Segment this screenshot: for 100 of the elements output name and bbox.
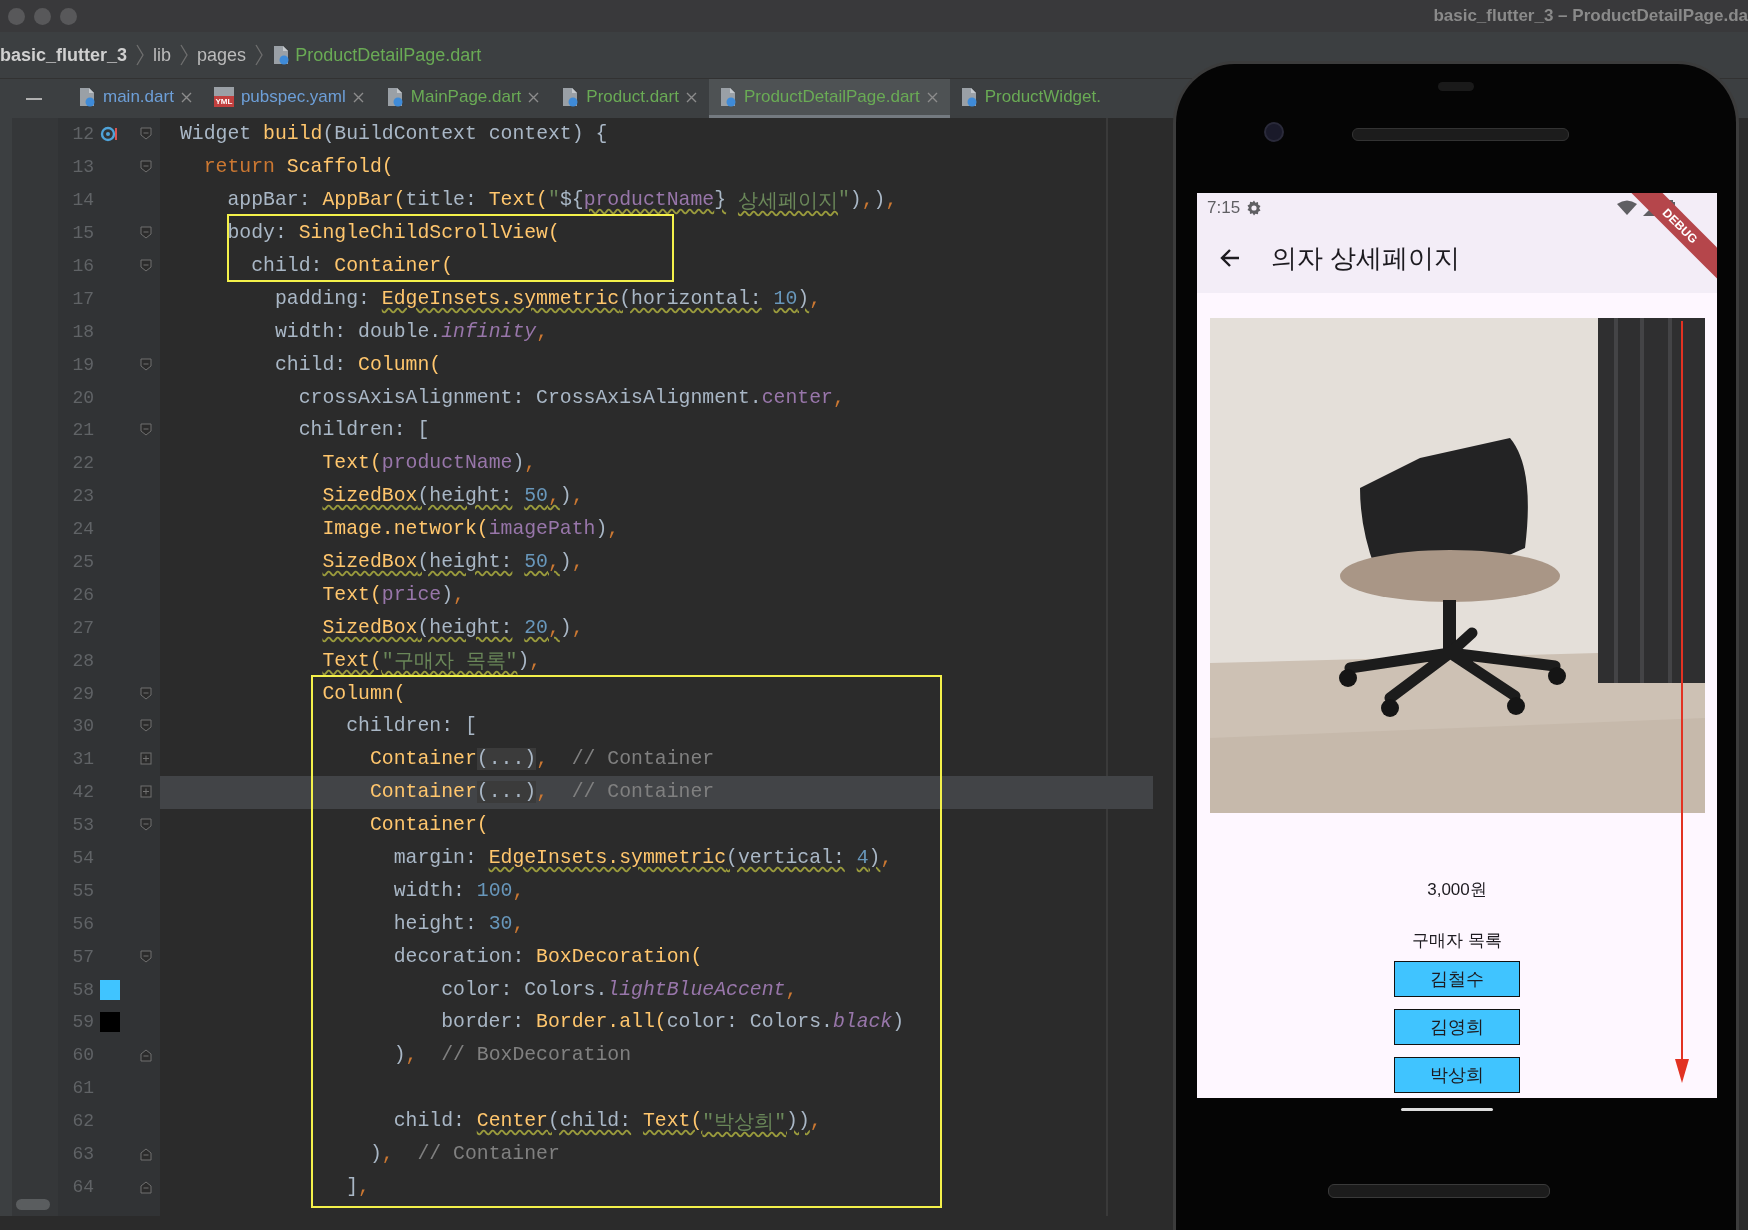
code-token: (...) [476, 748, 537, 771]
code-token: , [861, 189, 874, 212]
breadcrumb-item[interactable]: basic_flutter_3 [0, 44, 128, 66]
price-text: 3,000원 [1427, 879, 1487, 901]
close-icon[interactable] [685, 91, 697, 103]
code-token: ) [517, 649, 530, 672]
fold-icon[interactable] [140, 752, 152, 767]
code-token: height: [393, 912, 477, 935]
fold-icon[interactable] [140, 226, 152, 241]
code-token: , [524, 452, 537, 475]
fold-icon[interactable] [140, 423, 152, 438]
file-icon [561, 87, 580, 107]
close-icon[interactable] [926, 91, 938, 103]
breadcrumb-item[interactable]: lib [153, 44, 172, 66]
fold-icon[interactable] [140, 719, 152, 734]
code-token: Border.all( [536, 1011, 667, 1034]
scrollbar [16, 1199, 50, 1210]
wifi-icon [1617, 200, 1637, 216]
code-token: 50 [524, 485, 548, 508]
code-token: , [548, 485, 560, 508]
code-token: Text( [322, 452, 382, 475]
close-icon[interactable] [352, 91, 364, 103]
file-icon [385, 87, 404, 107]
code-token: width: double. [274, 320, 442, 343]
status-time: 7:15 [1207, 198, 1241, 218]
chevron-icon [254, 44, 265, 66]
back-icon[interactable] [1219, 247, 1241, 269]
code-token: BoxDecoration( [536, 945, 703, 968]
editor-tab[interactable]: YML pubspec.yaml [203, 79, 376, 118]
fold-icon[interactable] [140, 127, 152, 142]
code-token: price [381, 583, 442, 606]
file-icon [959, 87, 978, 107]
code-token: body: [227, 222, 287, 245]
camera-lens [1264, 122, 1284, 142]
code-token: ) [849, 189, 862, 212]
code-token: , [512, 912, 525, 935]
code-token: (vertical: [726, 847, 845, 870]
code-token: ) [595, 518, 608, 541]
code-token: , [571, 485, 584, 508]
code-token: border: [441, 1011, 525, 1034]
close-icon[interactable] [180, 91, 192, 103]
window-control-button[interactable] [60, 7, 77, 25]
code-token: ${ [559, 189, 584, 212]
code-token: Text( [322, 583, 382, 606]
code-token: "구매자 목록" [381, 650, 518, 675]
code-token: (...) [476, 781, 537, 804]
app-title: 의자 상세페이지 [1271, 241, 1461, 275]
fold-icon[interactable] [140, 1048, 152, 1063]
code-token: color: Colors. [441, 978, 608, 1001]
code-token: lightBlueAccent [607, 978, 786, 1001]
close-icon[interactable] [528, 91, 540, 103]
code-token: (height: [417, 616, 513, 639]
fold-icon[interactable] [140, 1147, 152, 1162]
code-token: (height: [417, 551, 513, 573]
editor-tab[interactable]: ProductDetailPage.dart [708, 79, 950, 118]
code-token: , [381, 1143, 394, 1166]
code-token: " [548, 189, 560, 212]
color-swatch[interactable] [100, 979, 120, 1000]
file-icon [272, 45, 291, 65]
editor-tab[interactable]: main.dart [68, 79, 204, 118]
buyers-heading: 구매자 목록 [1412, 930, 1502, 952]
code-token: // BoxDecoration [441, 1044, 632, 1067]
code-token: , [536, 320, 548, 343]
code-token: ) [559, 551, 572, 573]
code-token: infinity [441, 320, 537, 343]
code-token: (height: [417, 485, 513, 508]
fold-icon[interactable] [140, 785, 152, 800]
breadcrumb-item[interactable]: ProductDetailPage.dart [295, 44, 482, 66]
fold-icon[interactable] [140, 259, 152, 273]
code-token: padding: [274, 287, 370, 310]
fold-icon[interactable] [140, 818, 152, 833]
code-token: (child: [548, 1110, 632, 1133]
fold-icon[interactable] [140, 160, 152, 175]
code-token: ) [892, 1011, 905, 1034]
code-token: , [832, 386, 845, 409]
code-token: center [761, 386, 833, 409]
code-token: productName [381, 452, 513, 475]
fold-icon[interactable] [140, 357, 152, 372]
code-token: ) [441, 583, 454, 606]
breadcrumb-item[interactable]: pages [197, 44, 247, 66]
fold-icon[interactable] [140, 1179, 152, 1194]
window-control-button[interactable] [8, 7, 25, 25]
code-token: ) [559, 485, 572, 508]
code-token: decoration: [393, 945, 525, 968]
override-gutter-icon[interactable] [100, 126, 118, 143]
code-token: ) [369, 1143, 382, 1166]
code-token: SizedBox [322, 616, 418, 639]
code-token: margin: [393, 847, 477, 870]
code-token: children: [ [346, 715, 477, 738]
name-tag: 박상희 [1394, 1057, 1520, 1093]
code-token: title: [405, 189, 477, 212]
code-token: color: Colors. [666, 1011, 833, 1034]
fold-icon[interactable] [140, 686, 152, 701]
color-swatch[interactable] [100, 1012, 120, 1033]
editor-tab[interactable]: MainPage.dart [375, 79, 552, 118]
editor-tab[interactable]: ProductWidget. [949, 79, 1113, 118]
window-control-button[interactable] [34, 7, 51, 25]
fold-icon[interactable] [140, 949, 152, 964]
code-token: AppBar( [322, 189, 406, 212]
editor-tab[interactable]: Product.dart [551, 79, 709, 118]
